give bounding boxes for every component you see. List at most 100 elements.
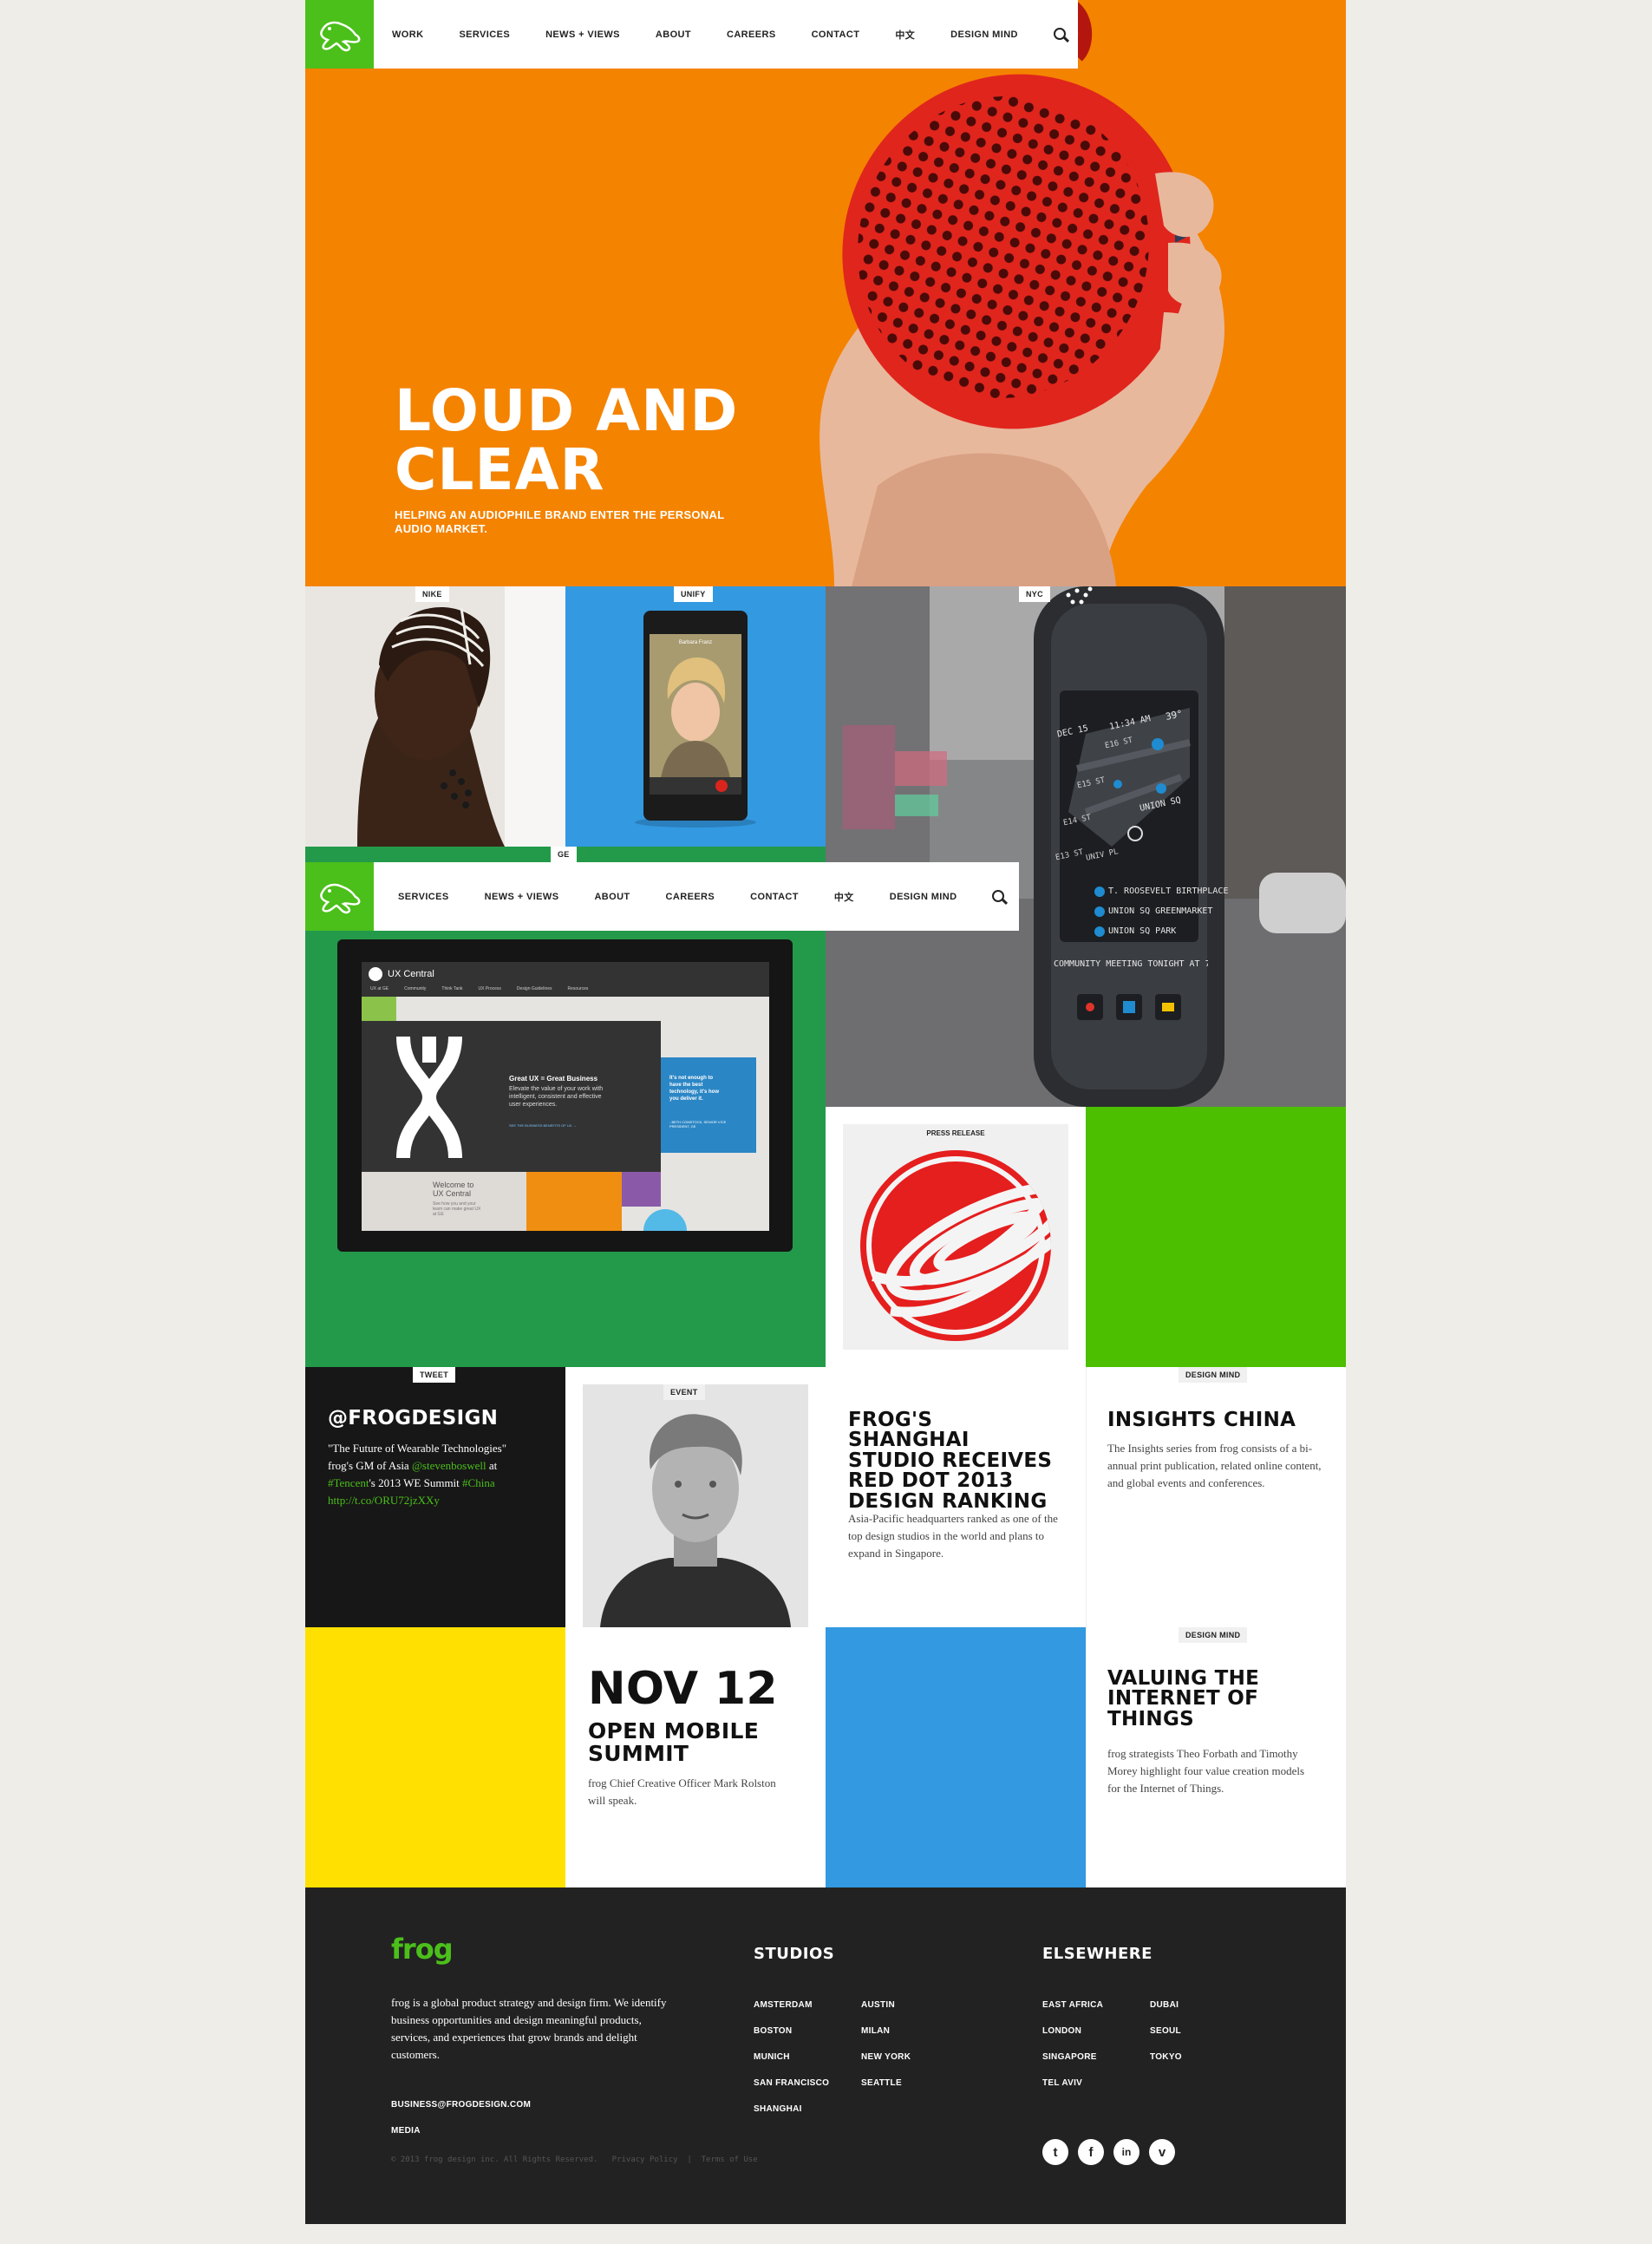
hero-subtitle: HELPING AN AUDIOPHILE BRAND ENTER THE PE… bbox=[395, 508, 724, 536]
search-icon[interactable] bbox=[1053, 27, 1069, 43]
studio-amsterdam[interactable]: AMSTERDAM bbox=[754, 2000, 813, 2010]
ge-screen-header: UX Central UX at GE Community Think Tank… bbox=[362, 962, 769, 997]
ge-benefits-link[interactable]: SEE THE BUSINESS BENEFITS OF UX → bbox=[509, 1123, 577, 1128]
ge-welcome-panel: Welcome to UX Central See how you and yo… bbox=[362, 1172, 526, 1231]
tile-nyc[interactable]: DEC 15 11:34 AM 39° E16 ST E15 ST E14 ST… bbox=[826, 586, 1346, 1107]
ge-menu-4[interactable]: UX Process bbox=[479, 986, 501, 991]
tweet-hashtag-china[interactable]: #China bbox=[462, 1476, 495, 1489]
frog-logo[interactable] bbox=[305, 0, 374, 69]
sticky-nav-careers[interactable]: CAREERS bbox=[666, 892, 715, 902]
tweet-line2-b: at bbox=[486, 1459, 498, 1472]
studio-milan[interactable]: MILAN bbox=[861, 2026, 890, 2036]
studio-new-york[interactable]: NEW YORK bbox=[861, 2052, 911, 2062]
insights-title[interactable]: INSIGHTS CHINA bbox=[1107, 1410, 1333, 1430]
studio-austin[interactable]: AUSTIN bbox=[861, 2000, 895, 2010]
ge-quote-panel: It's not enough to have the best technol… bbox=[661, 1057, 756, 1153]
ge-menu-6[interactable]: Resources bbox=[568, 986, 589, 991]
ge-menu-3[interactable]: Think Tank bbox=[441, 986, 462, 991]
iot-title[interactable]: VALUING THE INTERNET OF THINGS bbox=[1107, 1668, 1307, 1730]
tweet-line1: "The Future of Wearable Technologies" bbox=[328, 1442, 507, 1455]
tile-green-block bbox=[1086, 1107, 1346, 1367]
ge-tablet-screen: UX Central UX at GE Community Think Tank… bbox=[362, 962, 769, 1231]
tile-tweet[interactable]: TWEET @FROGDESIGN "The Future of Wearabl… bbox=[305, 1367, 565, 1627]
tweet-hashtag-tencent[interactable]: #Tencent bbox=[328, 1476, 369, 1489]
sticky-nav-design-mind[interactable]: DESIGN MIND bbox=[890, 892, 957, 902]
nav-services[interactable]: SERVICES bbox=[459, 29, 510, 40]
hero[interactable]: LOUD AND CLEAR HELPING AN AUDIOPHILE BRA… bbox=[305, 0, 1346, 586]
tag-event: EVENT bbox=[663, 1384, 705, 1400]
tag-nyc: NYC bbox=[1019, 586, 1050, 602]
nav-design-mind[interactable]: DESIGN MIND bbox=[950, 29, 1018, 40]
nav-chinese[interactable]: 中文 bbox=[895, 28, 915, 42]
tile-blue-block bbox=[826, 1627, 1086, 1887]
footer-media-link[interactable]: MEDIA bbox=[391, 2126, 421, 2136]
tweet-link[interactable]: http://t.co/ORU72jzXXy bbox=[328, 1492, 553, 1509]
elsewhere-london[interactable]: LONDON bbox=[1042, 2026, 1081, 2036]
footer-logo[interactable]: frog bbox=[391, 1933, 454, 1966]
nav-work[interactable]: WORK bbox=[392, 29, 423, 40]
insights-body: The Insights series from frog consists o… bbox=[1107, 1442, 1322, 1489]
elsewhere-tel-aviv[interactable]: TEL AVIV bbox=[1042, 2078, 1082, 2088]
tile-press-release[interactable]: PRESS RELEASE bbox=[826, 1107, 1086, 1367]
footer-elsewhere-title: ELSEWHERE bbox=[1042, 1945, 1152, 1963]
sticky-search-icon[interactable] bbox=[991, 889, 1009, 905]
twitter-icon[interactable]: t bbox=[1042, 2139, 1068, 2165]
shanghai-title[interactable]: FROG'S SHANGHAI STUDIO RECEIVES RED DOT … bbox=[848, 1410, 1056, 1512]
ge-hero-panel: Great UX = Great Business Elevate the va… bbox=[362, 1021, 661, 1172]
sticky-frog-logo[interactable] bbox=[305, 862, 374, 931]
elsewhere-seoul[interactable]: SEOUL bbox=[1150, 2026, 1181, 2036]
tag-design-mind-1: DESIGN MIND bbox=[1179, 1367, 1248, 1383]
nav-about[interactable]: ABOUT bbox=[656, 29, 691, 40]
event-title[interactable]: OPEN MOBILE SUMMIT bbox=[588, 1720, 761, 1764]
tile-unify[interactable]: Barbara Franz UNIFY bbox=[565, 586, 826, 847]
vimeo-icon[interactable]: v bbox=[1149, 2139, 1175, 2165]
sticky-nav-chinese[interactable]: 中文 bbox=[834, 890, 854, 904]
hero-subtitle-line2: AUDIO MARKET. bbox=[395, 522, 488, 535]
tweet-mention[interactable]: @stevenboswell bbox=[412, 1459, 486, 1472]
ge-purple-tile bbox=[622, 1172, 661, 1207]
press-release-card: PRESS RELEASE bbox=[843, 1124, 1068, 1350]
sticky-nav-news-views[interactable]: NEWS + VIEWS bbox=[485, 892, 559, 902]
ge-welcome-body: See how you and your team can make great… bbox=[433, 1201, 481, 1217]
facebook-icon[interactable]: f bbox=[1078, 2139, 1104, 2165]
ge-menu-2[interactable]: Community bbox=[404, 986, 426, 991]
studio-boston[interactable]: BOSTON bbox=[754, 2026, 792, 2036]
elsewhere-dubai[interactable]: DUBAI bbox=[1150, 2000, 1179, 2010]
nyc-street-image bbox=[826, 586, 1346, 1107]
ge-menu-1[interactable]: UX at GE bbox=[370, 986, 389, 991]
sticky-nav-about[interactable]: ABOUT bbox=[594, 892, 630, 902]
footer-email-link[interactable]: BUSINESS@FROGDESIGN.COM bbox=[391, 2100, 531, 2110]
linkedin-icon[interactable]: in bbox=[1113, 2139, 1139, 2165]
press-release-label: PRESS RELEASE bbox=[926, 1129, 985, 1137]
ge-menu: UX at GE Community Think Tank UX Process… bbox=[370, 986, 588, 991]
tile-event[interactable]: NOV 12 OPEN MOBILE SUMMIT frog Chief Cre… bbox=[565, 1627, 826, 1887]
tile-nike[interactable]: NIKE bbox=[305, 586, 565, 847]
page: LOUD AND CLEAR HELPING AN AUDIOPHILE BRA… bbox=[305, 0, 1346, 2224]
studio-san-francisco[interactable]: SAN FRANCISCO bbox=[754, 2078, 829, 2088]
tag-nike: NIKE bbox=[415, 586, 449, 602]
tile-iot[interactable]: DESIGN MIND VALUING THE INTERNET OF THIN… bbox=[1086, 1627, 1346, 1887]
ge-headline: Great UX = Great Business bbox=[509, 1075, 598, 1083]
footer: frog frog is a global product strategy a… bbox=[305, 1887, 1346, 2224]
studio-seattle[interactable]: SEATTLE bbox=[861, 2078, 902, 2088]
elsewhere-east-africa[interactable]: EAST AFRICA bbox=[1042, 2000, 1103, 2010]
tile-shanghai-news[interactable]: FROG'S SHANGHAI STUDIO RECEIVES RED DOT … bbox=[826, 1367, 1086, 1627]
nav-news-views[interactable]: NEWS + VIEWS bbox=[545, 29, 620, 40]
nav-careers[interactable]: CAREERS bbox=[727, 29, 776, 40]
tag-unify: UNIFY bbox=[674, 586, 713, 602]
tile-insights-china[interactable]: DESIGN MIND INSIGHTS CHINA The Insights … bbox=[1086, 1367, 1346, 1627]
tile-event-photo[interactable]: EVENT bbox=[565, 1367, 826, 1627]
sticky-nav-services[interactable]: SERVICES bbox=[398, 892, 449, 902]
studio-shanghai[interactable]: SHANGHAI bbox=[754, 2104, 802, 2114]
sticky-nav-contact[interactable]: CONTACT bbox=[750, 892, 799, 902]
tweet-handle[interactable]: @FROGDESIGN bbox=[328, 1408, 498, 1429]
nav-contact[interactable]: CONTACT bbox=[812, 29, 860, 40]
red-dot-sphere-image bbox=[860, 1150, 1051, 1341]
event-date: NOV 12 bbox=[588, 1663, 778, 1715]
elsewhere-singapore[interactable]: SINGAPORE bbox=[1042, 2052, 1097, 2062]
elsewhere-tokyo[interactable]: TOKYO bbox=[1150, 2052, 1182, 2062]
studio-munich[interactable]: MUNICH bbox=[754, 2052, 790, 2062]
main-nav-items: WORK SERVICES NEWS + VIEWS ABOUT CAREERS… bbox=[392, 0, 1069, 69]
ge-ux-mark-icon bbox=[396, 1036, 462, 1159]
ge-menu-5[interactable]: Design Guidelines bbox=[517, 986, 552, 991]
